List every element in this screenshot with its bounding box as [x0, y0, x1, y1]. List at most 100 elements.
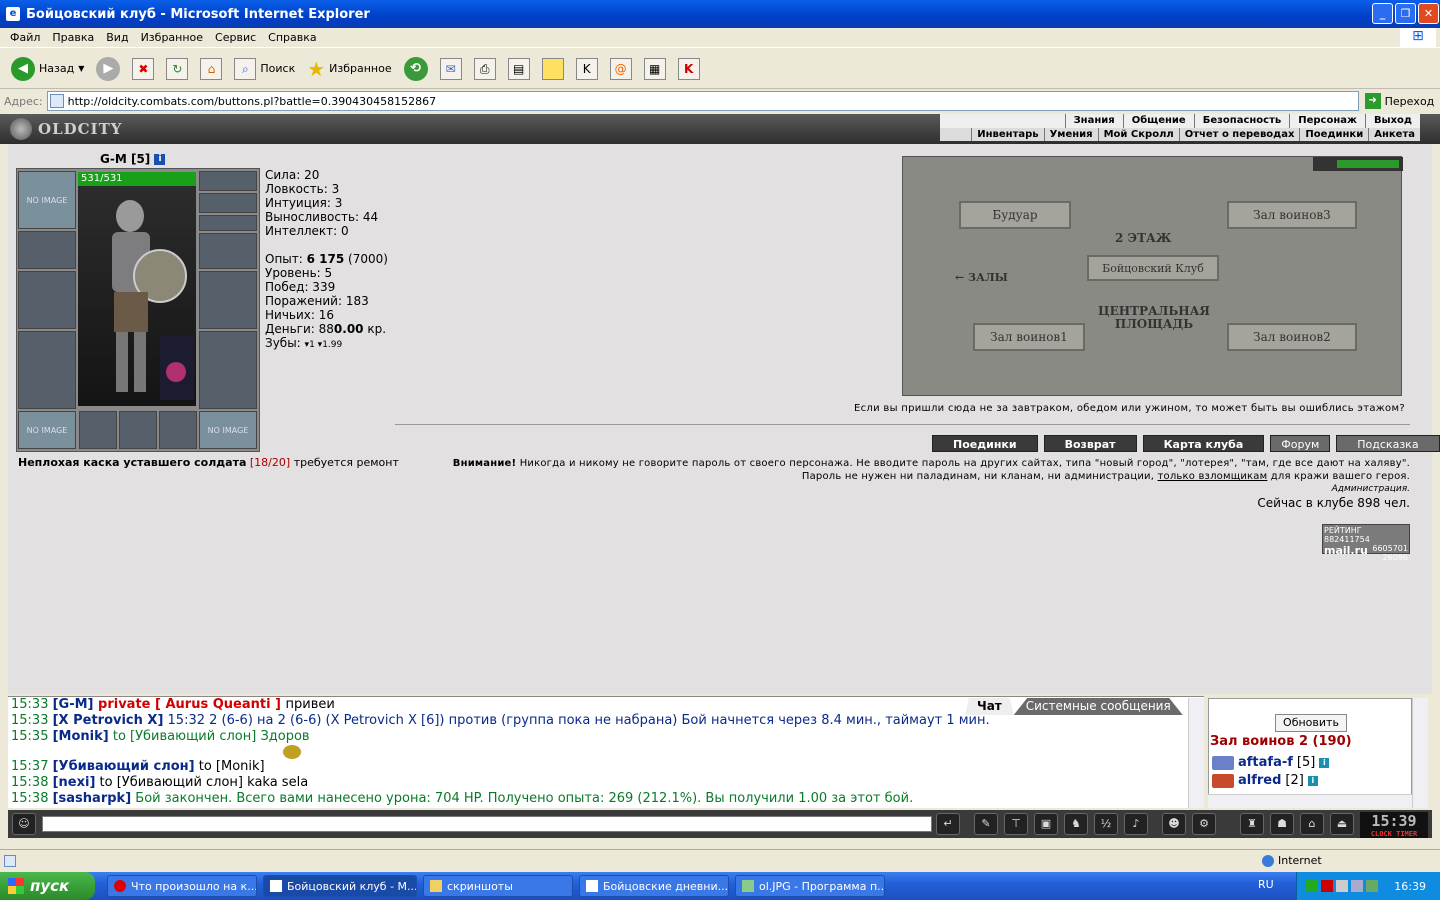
boots-slot[interactable] — [199, 331, 257, 409]
eraser-icon[interactable]: ✎ — [974, 813, 998, 835]
tray-clock[interactable]: 16:39 — [1394, 880, 1426, 893]
media-button[interactable]: ▦ — [641, 54, 669, 84]
small-slot-3[interactable] — [159, 411, 197, 449]
tray-volume-icon[interactable] — [1351, 880, 1364, 892]
refresh-users-button[interactable]: Обновить — [1275, 714, 1347, 732]
tray-kaspersky-icon[interactable] — [1321, 880, 1334, 892]
map-central-square[interactable]: ЦЕНТРАЛЬНАЯ ПЛОЩАДЬ — [1089, 305, 1219, 331]
back-button[interactable]: ◀ Назад ▼ — [8, 54, 87, 84]
settings-icon[interactable]: ⚙ — [1192, 813, 1216, 835]
nav-exit[interactable]: Выход — [1364, 114, 1420, 128]
maximize-button[interactable]: ❐ — [1395, 3, 1416, 24]
start-button[interactable]: пуск — [0, 872, 95, 900]
history-button[interactable]: ⟲ — [401, 54, 431, 84]
lock-icon[interactable]: ⌂ — [1300, 813, 1324, 835]
task-ie-fightclub[interactable]: Бойцовский клуб - М... — [263, 875, 417, 897]
forum-button[interactable]: Форум — [1270, 435, 1331, 452]
nav-profile[interactable]: Анкета — [1368, 128, 1420, 141]
fighters-icon[interactable]: ♞ — [1064, 813, 1088, 835]
map-room-fightclub[interactable]: Бойцовский Клуб — [1087, 255, 1219, 281]
hint-button[interactable]: Подсказка — [1336, 435, 1440, 452]
chat-scrollbar[interactable] — [1188, 698, 1204, 808]
shield-slot[interactable] — [199, 271, 257, 329]
chat-head-icon[interactable]: ☺ — [12, 813, 36, 835]
site-logo[interactable]: OLDCITY — [10, 117, 130, 141]
print-button[interactable]: ⎙ — [471, 54, 499, 84]
minimize-button[interactable]: _ — [1372, 3, 1393, 24]
tray-network-icon[interactable] — [1336, 880, 1349, 892]
menu-favorites[interactable]: Избранное — [135, 31, 209, 44]
user-info-icon[interactable]: i — [1307, 775, 1318, 786]
belt-slot[interactable]: NO IMAGE — [18, 411, 76, 449]
task-image-viewer[interactable]: ol.JPG - Программа п... — [735, 875, 885, 897]
users-scrollbar[interactable] — [1412, 698, 1428, 808]
pants-slot[interactable]: NO IMAGE — [199, 411, 257, 449]
stop-button[interactable]: ✖ — [129, 54, 157, 84]
club-map-button[interactable]: Карта клуба — [1142, 435, 1265, 452]
home-button[interactable]: ⌂ — [197, 54, 225, 84]
notes-button[interactable] — [539, 54, 567, 84]
task-ie-diaries[interactable]: Бойцовские дневни... — [579, 875, 729, 897]
menu-help[interactable]: Справка — [262, 31, 322, 44]
close-button[interactable]: ✕ — [1418, 3, 1439, 24]
tray-app-icon[interactable] — [1366, 880, 1379, 892]
chat-input[interactable] — [42, 816, 932, 832]
task-opera[interactable]: Что произошло на к... — [107, 875, 257, 897]
nav-scroll[interactable]: Мой Скролл — [1097, 128, 1179, 141]
menu-view[interactable]: Вид — [100, 31, 134, 44]
bag-icon[interactable]: ♜ — [1240, 813, 1264, 835]
helmet-slot[interactable]: NO IMAGE — [18, 171, 76, 229]
user-info-icon[interactable]: i — [1319, 757, 1330, 768]
armor-slot[interactable] — [18, 331, 76, 409]
at-button[interactable]: @ — [607, 54, 635, 84]
address-input[interactable]: http://oldcity.combats.com/buttons.pl?ba… — [46, 91, 1359, 111]
favorites-button[interactable]: ★ Избранное — [304, 54, 394, 84]
forward-button[interactable]: ▶ — [93, 54, 123, 84]
filter-icon[interactable]: ⊤ — [1004, 813, 1028, 835]
weapon-slot[interactable] — [18, 271, 76, 329]
mail-button[interactable]: ✉ — [437, 54, 465, 84]
rating-counter[interactable]: РЕЙТИНГ 882411754 mail.ru 6605701 26096 — [1322, 524, 1410, 562]
k-button[interactable]: K — [573, 54, 601, 84]
nav-duels[interactable]: Поединки — [1299, 128, 1368, 141]
user-name[interactable]: aftafa-f — [1238, 755, 1293, 770]
nav-inventory[interactable]: Инвентарь — [971, 128, 1043, 141]
refresh-button[interactable]: ↻ — [163, 54, 191, 84]
menu-edit[interactable]: Правка — [46, 31, 100, 44]
search-button[interactable]: ⌕ Поиск — [231, 54, 298, 84]
language-indicator[interactable]: RU — [1258, 878, 1274, 891]
info-icon[interactable]: i — [154, 154, 166, 165]
necklace-slot[interactable] — [199, 171, 257, 191]
rings-slot[interactable] — [199, 215, 257, 231]
nav-knowledge[interactable]: Знания — [1064, 114, 1123, 128]
user-row[interactable]: aftafa-f [5] i — [1212, 755, 1330, 770]
small-slot-2[interactable] — [119, 411, 157, 449]
tab-chat[interactable]: Чат — [965, 698, 1014, 715]
menu-tools[interactable]: Сервис — [209, 31, 262, 44]
hackers-link[interactable]: только взломщикам — [1158, 471, 1268, 482]
bracer-slot[interactable] — [18, 231, 76, 269]
nav-transfers[interactable]: Отчет о переводах — [1178, 128, 1300, 141]
go-button[interactable]: ➜ Переход — [1364, 93, 1434, 109]
small-slot-1[interactable] — [79, 411, 117, 449]
kaspersky-button[interactable]: K — [675, 54, 703, 84]
duels-button[interactable]: Поединки — [932, 435, 1038, 452]
nav-security[interactable]: Безопасность — [1193, 114, 1290, 128]
save-icon[interactable]: ▣ — [1034, 813, 1058, 835]
music-icon[interactable]: ♪ — [1124, 813, 1148, 835]
exit-icon[interactable]: ⏏ — [1330, 813, 1354, 835]
send-icon[interactable]: ↵ — [936, 813, 960, 835]
mask-icon[interactable]: ☗ — [1270, 813, 1294, 835]
return-button[interactable]: Возврат — [1043, 435, 1137, 452]
edit-button[interactable]: ▤ — [505, 54, 533, 84]
earring-slot[interactable] — [199, 193, 257, 213]
nav-character[interactable]: Персонаж — [1289, 114, 1365, 128]
task-folder-screenshots[interactable]: скриншоты — [423, 875, 573, 897]
nav-skills[interactable]: Умения — [1043, 128, 1098, 141]
fraction-icon[interactable]: ½ — [1094, 813, 1118, 835]
tab-system-messages[interactable]: Системные сообщения — [1013, 698, 1183, 715]
user-row[interactable]: alfred [2] i — [1212, 773, 1318, 788]
user-name[interactable]: alfred — [1238, 773, 1281, 788]
gloves-slot[interactable] — [199, 233, 257, 269]
tray-h-icon[interactable] — [1306, 880, 1319, 892]
